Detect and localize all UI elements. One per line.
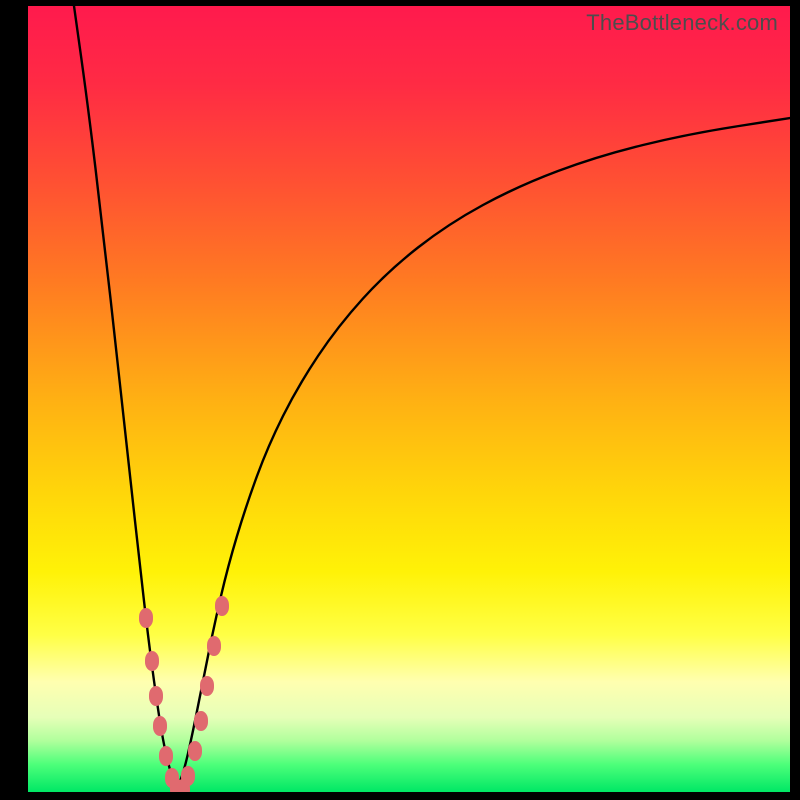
watermark-text: TheBottleneck.com	[586, 10, 778, 36]
plot-area: TheBottleneck.com	[28, 6, 790, 792]
gradient-bg	[28, 6, 790, 792]
data-marker	[215, 596, 229, 616]
data-marker	[188, 741, 202, 761]
data-marker	[159, 746, 173, 766]
data-marker	[149, 686, 163, 706]
data-marker	[200, 676, 214, 696]
data-marker	[181, 766, 195, 786]
chart-svg	[28, 6, 790, 792]
data-marker	[139, 608, 153, 628]
chart-frame: TheBottleneck.com	[0, 0, 800, 800]
data-marker	[207, 636, 221, 656]
data-marker	[153, 716, 167, 736]
data-marker	[194, 711, 208, 731]
data-marker	[145, 651, 159, 671]
